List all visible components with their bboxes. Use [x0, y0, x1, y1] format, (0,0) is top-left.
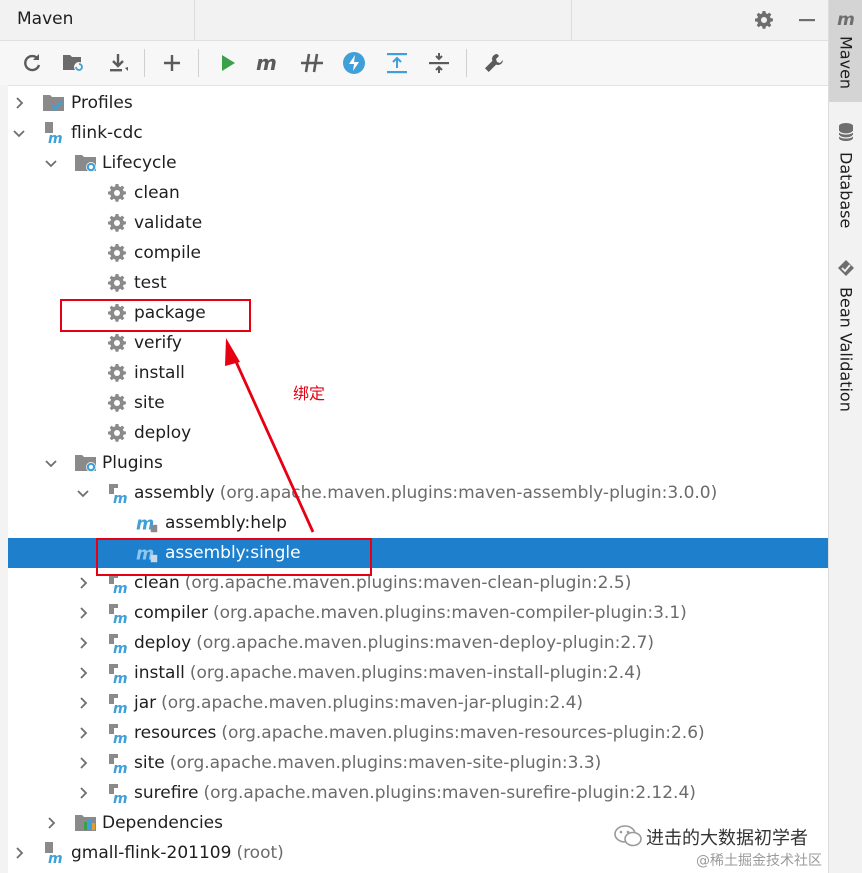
watermark: 进击的大数据初学者 @稀土掘金技术社区: [612, 822, 862, 873]
binding-arrow: [225, 338, 315, 533]
watermark-account: 进击的大数据初学者: [646, 828, 808, 849]
watermark-site: @稀土掘金技术社区: [696, 853, 822, 869]
annotation-label: 绑定: [293, 384, 326, 403]
wechat-logo-icon: [614, 824, 642, 852]
